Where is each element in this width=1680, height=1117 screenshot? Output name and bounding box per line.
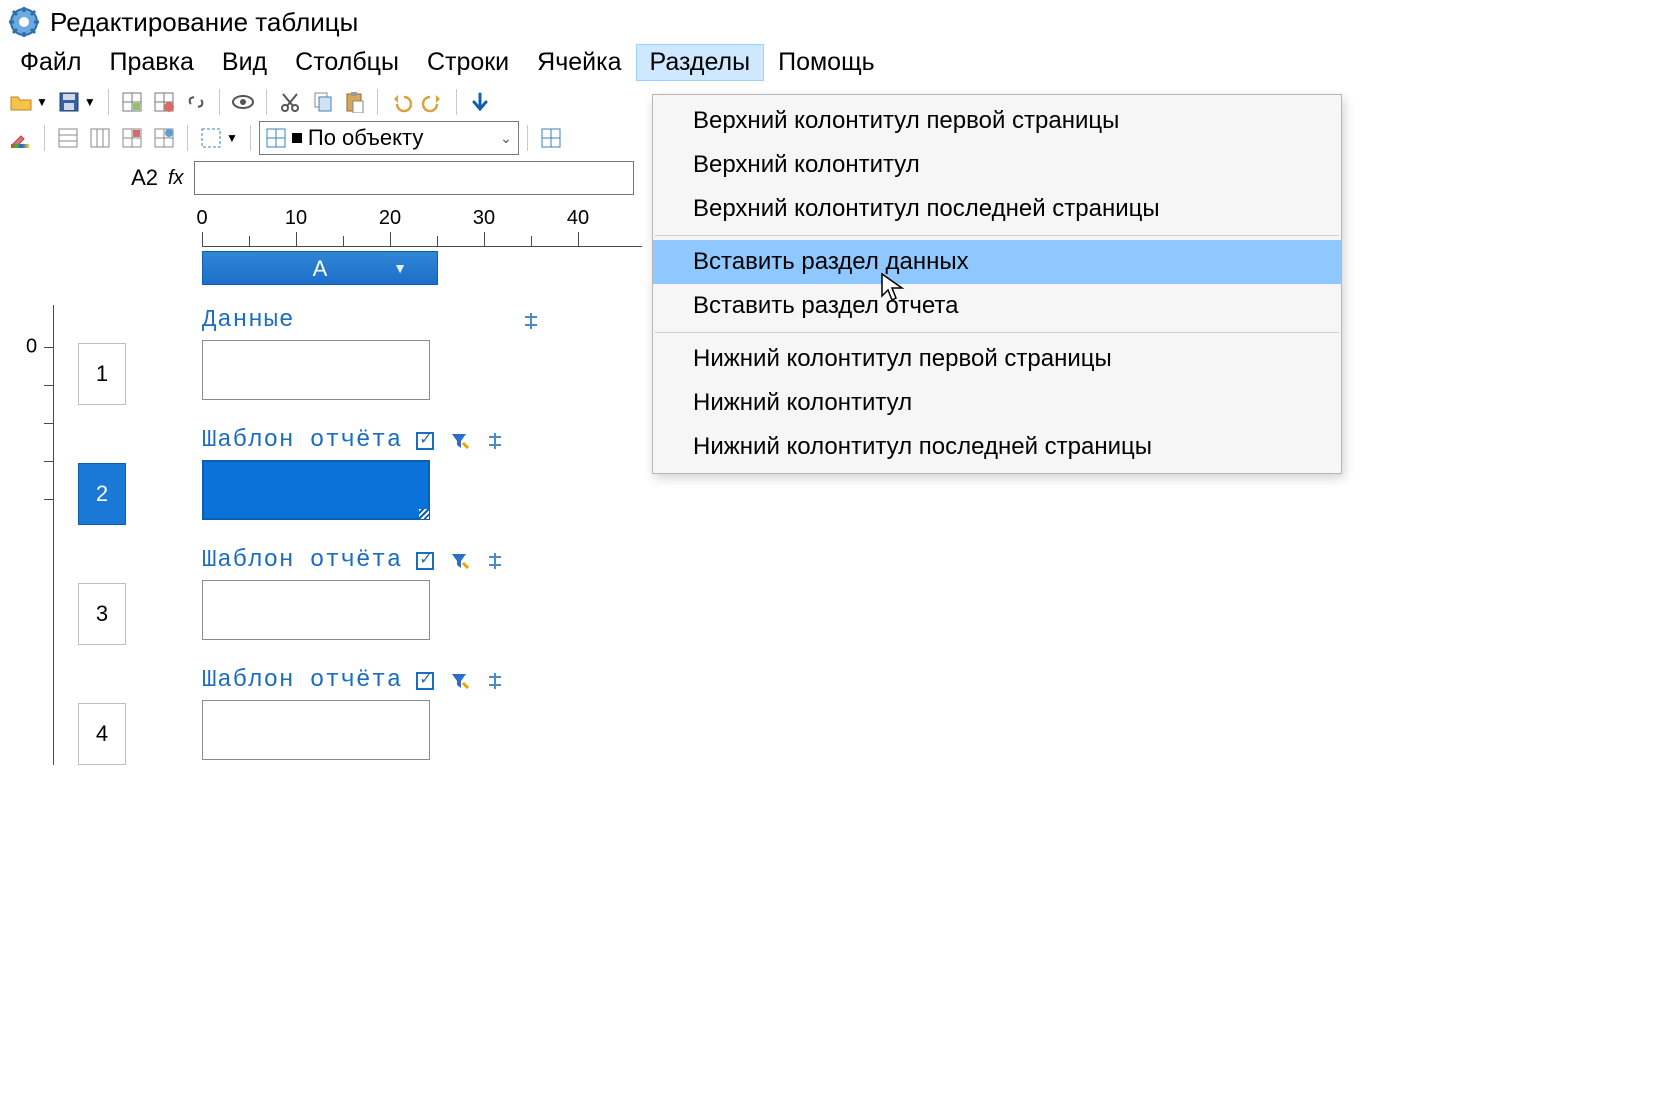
ruler-label: 10 — [285, 207, 307, 230]
save-icon[interactable] — [54, 87, 84, 117]
cell-reference[interactable]: A2 — [110, 165, 158, 191]
dd-insert-data-section[interactable]: Вставить раздел данных — [653, 240, 1341, 284]
section-settings-icon[interactable] — [484, 430, 506, 452]
toolbar-separator — [266, 89, 267, 115]
titlebar: Редактирование таблицы — [0, 0, 1680, 40]
dd-header-last-page[interactable]: Верхний колонтитул последней страницы — [653, 187, 1341, 231]
table-2-icon[interactable] — [149, 87, 179, 117]
toolbar-separator — [377, 89, 378, 115]
copy-icon[interactable] — [307, 87, 337, 117]
fit-mode-combo[interactable]: По объекту ⌄ — [259, 121, 519, 155]
section-title: Шаблон отчёта — [202, 547, 402, 574]
section-title: Шаблон отчёта — [202, 667, 402, 694]
dd-header-first-page[interactable]: Верхний колонтитул первой страницы — [653, 99, 1341, 143]
menu-sections[interactable]: Разделы — [636, 44, 765, 81]
section-block: 3 Шаблон отчёта — [40, 547, 1680, 645]
ruler-label: 20 — [379, 207, 401, 230]
menu-rows[interactable]: Строки — [413, 44, 523, 81]
redo-icon[interactable] — [418, 87, 448, 117]
menu-file[interactable]: Файл — [6, 44, 95, 81]
toolbar-separator — [250, 125, 251, 151]
section-settings-icon[interactable] — [484, 670, 506, 692]
eye-icon[interactable] — [228, 87, 258, 117]
toolbar-separator — [527, 125, 528, 151]
column-header-a[interactable]: A ▼ — [202, 251, 438, 285]
arrow-down-icon[interactable] — [465, 87, 495, 117]
menu-view[interactable]: Вид — [208, 44, 281, 81]
formula-input[interactable] — [194, 161, 634, 195]
grid-5-icon[interactable] — [536, 123, 566, 153]
chevron-down-icon: ⌄ — [500, 130, 512, 147]
menu-edit[interactable]: Правка — [95, 44, 207, 81]
open-dropdown-arrow-icon[interactable]: ▼ — [36, 95, 48, 109]
fx-label[interactable]: fx — [168, 167, 184, 190]
sections-dropdown: Верхний колонтитул первой страницы Верхн… — [652, 94, 1342, 474]
section-checkbox[interactable] — [416, 672, 434, 690]
section-settings-icon[interactable] — [484, 550, 506, 572]
paste-icon[interactable] — [339, 87, 369, 117]
window-title: Редактирование таблицы — [50, 7, 358, 38]
save-dropdown-arrow-icon[interactable]: ▼ — [84, 95, 96, 109]
menu-cell[interactable]: Ячейка — [523, 44, 635, 81]
cell-a1[interactable] — [202, 340, 430, 400]
fit-mode-value: По объекту — [308, 125, 423, 151]
row-header-2[interactable]: 2 — [78, 463, 126, 525]
undo-icon[interactable] — [386, 87, 416, 117]
grid-2-icon[interactable] — [85, 123, 115, 153]
grid-4-icon[interactable] — [149, 123, 179, 153]
dd-header[interactable]: Верхний колонтитул — [653, 143, 1341, 187]
row-header-1[interactable]: 1 — [78, 343, 126, 405]
ruler-label: 40 — [567, 207, 589, 230]
dd-insert-report-section[interactable]: Вставить раздел отчета — [653, 284, 1341, 328]
section-checkbox[interactable] — [416, 432, 434, 450]
menu-columns[interactable]: Столбцы — [281, 44, 413, 81]
row-header-4[interactable]: 4 — [78, 703, 126, 765]
section-settings-icon[interactable] — [520, 310, 542, 332]
table-1-icon[interactable] — [117, 87, 147, 117]
section-checkbox[interactable] — [416, 552, 434, 570]
section-title: Шаблон отчёта — [202, 427, 402, 454]
dd-footer-last-page[interactable]: Нижний колонтитул последней страницы — [653, 425, 1341, 469]
filter-icon[interactable] — [448, 430, 470, 452]
chevron-down-icon[interactable]: ▼ — [393, 251, 407, 285]
cell-a2[interactable] — [202, 460, 430, 520]
border-style-icon[interactable] — [196, 123, 226, 153]
border-dropdown-arrow-icon[interactable]: ▼ — [226, 131, 238, 145]
toolbar-separator — [108, 89, 109, 115]
toolbar-separator — [44, 125, 45, 151]
dropdown-separator — [655, 332, 1339, 333]
dd-footer[interactable]: Нижний колонтитул — [653, 381, 1341, 425]
menubar: Файл Правка Вид Столбцы Строки Ячейка Ра… — [0, 40, 1680, 85]
toolbar-separator — [219, 89, 220, 115]
ruler-label: 0 — [196, 207, 207, 230]
cut-icon[interactable] — [275, 87, 305, 117]
link-icon[interactable] — [181, 87, 211, 117]
cell-a3[interactable] — [202, 580, 430, 640]
ruler-label: 30 — [473, 207, 495, 230]
menu-help[interactable]: Помощь — [764, 44, 889, 81]
open-icon[interactable] — [6, 87, 36, 117]
app-gear-icon — [8, 6, 40, 38]
column-header-label: A — [313, 256, 328, 281]
filter-icon[interactable] — [448, 550, 470, 572]
row-header-3[interactable]: 3 — [78, 583, 126, 645]
toolbar-separator — [456, 89, 457, 115]
vruler-label: 0 — [26, 336, 37, 359]
toolbar-separator — [187, 125, 188, 151]
brush-icon[interactable] — [6, 123, 36, 153]
cell-a4[interactable] — [202, 700, 430, 760]
grid-3-icon[interactable] — [117, 123, 147, 153]
grid-1-icon[interactable] — [53, 123, 83, 153]
section-block: 4 Шаблон отчёта — [40, 667, 1680, 765]
vertical-ruler: 0 — [38, 305, 54, 765]
filter-icon[interactable] — [448, 670, 470, 692]
horizontal-ruler: 0 10 20 30 40 — [202, 211, 642, 247]
dd-footer-first-page[interactable]: Нижний колонтитул первой страницы — [653, 337, 1341, 381]
dropdown-separator — [655, 235, 1339, 236]
section-title: Данные — [202, 307, 294, 334]
